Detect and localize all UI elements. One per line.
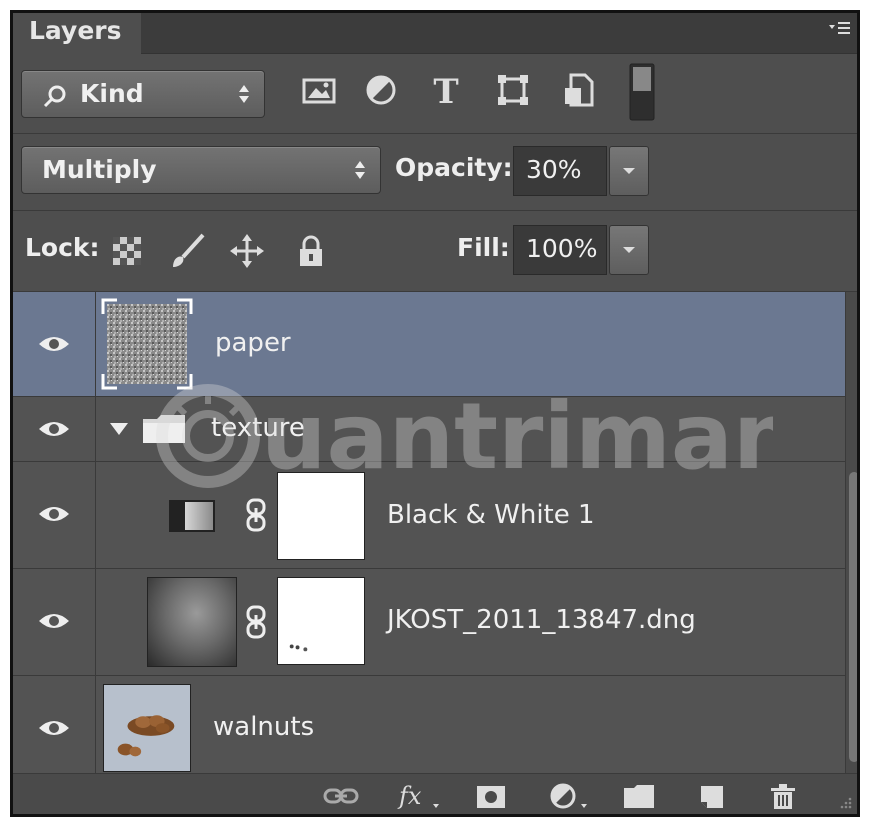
eye-icon[interactable]	[37, 334, 71, 354]
visibility-column	[13, 462, 96, 568]
fill-dropdown-button[interactable]	[609, 225, 649, 275]
layer-row-texture-group[interactable]: texture	[13, 397, 845, 462]
layer-mask-thumbnail[interactable]	[277, 472, 365, 560]
panel-menu-icon[interactable]	[827, 19, 851, 39]
layer-row-jkost[interactable]: JKOST_2011_13847.dng	[13, 569, 845, 676]
opacity-label: Opacity:	[395, 153, 513, 182]
layer-thumbnail-walnuts	[103, 684, 191, 772]
chevron-updown-icon	[239, 85, 249, 103]
fx-icon[interactable]: fx	[397, 782, 441, 810]
new-layer-icon[interactable]	[693, 782, 729, 810]
eye-icon[interactable]	[37, 419, 71, 439]
scrollbar-thumb[interactable]	[849, 472, 857, 762]
tab-layers[interactable]: Layers	[13, 13, 141, 54]
visibility-column	[13, 292, 96, 396]
link-layers-icon[interactable]	[323, 782, 359, 810]
filter-kind-select[interactable]: Kind	[21, 70, 265, 118]
layer-name: walnuts	[213, 712, 315, 742]
pixel-layer-filter-icon[interactable]	[299, 70, 339, 110]
layers-bottom-bar: fx	[13, 773, 857, 814]
chevron-updown-icon	[355, 161, 365, 179]
new-adjustment-icon[interactable]	[547, 782, 591, 810]
filter-kind-label: Kind	[80, 79, 144, 108]
layer-row-black-white-1[interactable]: Black & White 1	[13, 462, 845, 569]
layer-thumbnail-paper	[101, 298, 193, 390]
blend-row: Multiply Opacity: 30%	[13, 134, 857, 211]
filter-toggle-icon[interactable]	[627, 62, 657, 122]
layer-name: JKOST_2011_13847.dng	[387, 605, 696, 635]
lock-image-pixels-icon[interactable]	[169, 233, 205, 269]
chain-link-icon[interactable]	[245, 605, 267, 639]
black-white-adjustment-icon	[169, 500, 215, 532]
new-group-icon[interactable]	[621, 782, 657, 810]
lock-position-icon[interactable]	[229, 233, 265, 269]
fill-input[interactable]: 100%	[513, 225, 607, 275]
visibility-column	[13, 676, 96, 780]
add-mask-icon[interactable]	[473, 782, 509, 810]
disclosure-triangle-icon[interactable]	[109, 421, 129, 437]
filter-row: Kind T	[13, 54, 857, 134]
layers-list: paper texture Black & White 1 JKOST_2011…	[13, 292, 845, 780]
svg-text:fx: fx	[397, 782, 422, 810]
layers-panel: Layers Kind T Multiply Opacity: 30% Lock…	[10, 10, 860, 817]
layer-mask-thumbnail[interactable]	[277, 577, 365, 665]
blend-mode-value: Multiply	[42, 155, 157, 184]
panel-title-bar: Layers	[13, 13, 857, 54]
smart-object-filter-icon[interactable]	[559, 70, 599, 110]
folder-icon	[143, 415, 185, 443]
lock-all-icon[interactable]	[293, 233, 329, 269]
chevron-down-icon	[623, 247, 635, 253]
visibility-column	[13, 397, 96, 461]
search-icon	[43, 85, 66, 108]
layer-thumbnail-jkost	[147, 577, 237, 667]
chain-link-icon[interactable]	[245, 498, 267, 532]
layer-row-paper[interactable]: paper	[13, 292, 845, 397]
lock-label: Lock:	[25, 233, 100, 262]
eye-icon[interactable]	[37, 718, 71, 738]
opacity-dropdown-button[interactable]	[609, 146, 649, 196]
lock-transparent-pixels-icon[interactable]	[109, 233, 145, 269]
lock-row: Lock: Fill: 100%	[13, 211, 857, 292]
layer-name: paper	[215, 328, 291, 358]
shape-layer-filter-icon[interactable]	[493, 70, 533, 110]
chevron-down-icon	[623, 168, 635, 174]
layer-name: texture	[211, 413, 305, 443]
eye-icon[interactable]	[37, 611, 71, 631]
trash-icon[interactable]	[765, 782, 801, 810]
layer-name: Black & White 1	[387, 500, 595, 530]
svg-text:T: T	[433, 72, 458, 110]
adjustment-layer-filter-icon[interactable]	[361, 70, 401, 110]
layers-scrollbar[interactable]	[845, 292, 857, 780]
eye-icon[interactable]	[37, 504, 71, 524]
visibility-column	[13, 569, 96, 675]
opacity-input[interactable]: 30%	[513, 146, 607, 196]
fill-label: Fill:	[457, 233, 510, 262]
blend-mode-select[interactable]: Multiply	[21, 146, 381, 194]
layer-row-walnuts[interactable]: walnuts	[13, 676, 845, 780]
type-layer-filter-icon[interactable]: T	[426, 70, 466, 110]
resize-grip-icon[interactable]	[837, 794, 853, 810]
